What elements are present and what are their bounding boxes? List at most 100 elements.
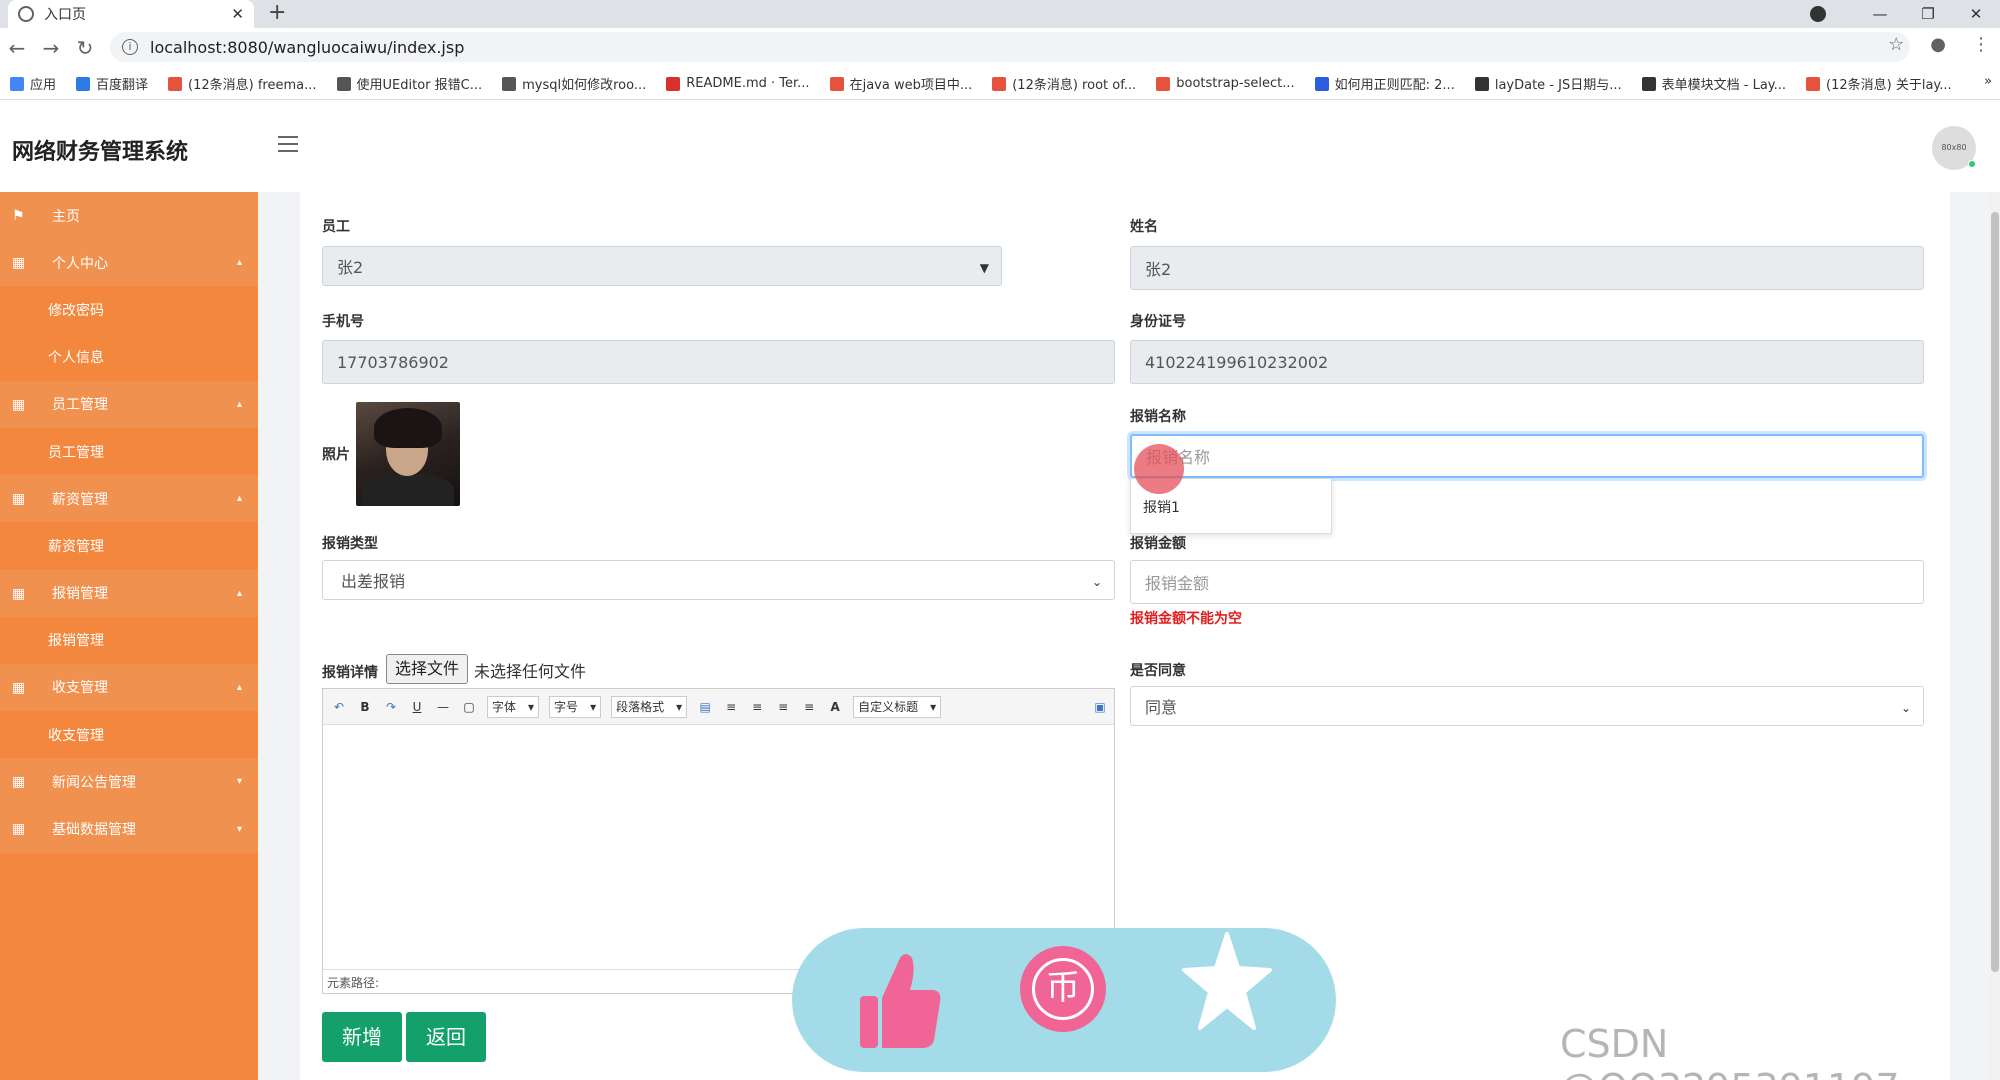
clear-format-icon[interactable]: ▢ xyxy=(461,700,477,714)
scrollbar-thumb[interactable] xyxy=(1991,212,1999,972)
font-size-select[interactable]: 字号 ▾ xyxy=(549,695,602,718)
bookmark-icon xyxy=(829,76,844,91)
url-input[interactable]: i localhost:8080/wangluocaiwu/index.jsp xyxy=(110,32,1910,62)
sidebar-item[interactable]: ▦ 新闻公告管理 ▾ xyxy=(0,758,258,806)
reimburse-amount-input[interactable]: 报销金额 xyxy=(1130,560,1924,604)
close-window-button[interactable]: ✕ xyxy=(1952,5,2000,23)
sidebar-item[interactable]: ▦ 薪资管理 ▴ xyxy=(0,475,258,523)
choose-file-button[interactable]: 选择文件 xyxy=(386,654,468,684)
agree-select-value: 同意 xyxy=(1145,698,1178,717)
sidebar-subitem[interactable]: 收支管理 xyxy=(0,711,258,759)
thumbs-up-icon[interactable] xyxy=(858,950,942,1050)
bookmark-item[interactable]: layDate - JS日期与... xyxy=(1474,74,1622,93)
bookmark-item[interactable]: 在java web项目中... xyxy=(829,74,972,93)
photo-label: 照片 xyxy=(322,447,350,463)
bookmark-icon xyxy=(336,76,351,91)
align-right-icon[interactable]: ≡ xyxy=(749,700,765,714)
restore-button[interactable]: ❐ xyxy=(1904,5,1952,23)
browser-tab[interactable]: 入口页 ✕ xyxy=(8,0,254,28)
amount-error-message: 报销金额不能为空 xyxy=(1130,611,1242,627)
align-justify-icon[interactable]: ≡ xyxy=(801,700,817,714)
bold-icon[interactable]: B xyxy=(357,700,373,714)
bookmark-item[interactable]: 使用UEditor 报错C... xyxy=(336,74,482,93)
editor-toolbar: ↶ B ↷ U — ▢ 字体 ▾ 字号 ▾ 段落格式 ▾ ▤ ≡ ≡ ≡ ≡ A 自定… xyxy=(323,689,1114,725)
underline-icon[interactable]: U xyxy=(409,700,425,714)
minimize-button[interactable]: — xyxy=(1856,5,1904,23)
caret-icon: ▾ xyxy=(236,776,242,788)
bookmark-item[interactable]: (12条消息) 关于lay... xyxy=(1806,74,1952,93)
reimburse-type-select[interactable]: 出差报销 ⌄ xyxy=(322,560,1115,600)
caret-icon: ▴ xyxy=(236,493,242,505)
sidebar-subitem[interactable]: 个人信息 xyxy=(0,333,258,381)
hamburger-menu-icon[interactable] xyxy=(278,136,298,152)
sidebar-subitem[interactable]: 修改密码 xyxy=(0,286,258,334)
autocomplete-option[interactable]: 报销1 xyxy=(1143,500,1180,516)
font-color-icon[interactable]: A xyxy=(827,700,843,714)
sidebar-item[interactable]: ▦ 基础数据管理 ▾ xyxy=(0,805,258,853)
reload-icon[interactable]: ↻ xyxy=(68,36,102,60)
bookmark-icon xyxy=(168,76,183,91)
bookmark-item[interactable]: bootstrap-select... xyxy=(1156,76,1295,91)
sidebar-item[interactable]: ▦ 报销管理 ▴ xyxy=(0,569,258,617)
bookmark-icon xyxy=(10,76,24,91)
bookmark-item[interactable]: 百度翻译 xyxy=(76,74,148,93)
font-family-select[interactable]: 字体 ▾ xyxy=(487,695,540,718)
undo-icon[interactable]: ↶ xyxy=(331,700,347,714)
agree-select[interactable]: 同意 ⌄ xyxy=(1130,686,1924,726)
name-field[interactable]: 张2 xyxy=(1130,246,1924,290)
add-button[interactable]: 新增 xyxy=(322,1012,402,1062)
redo-icon[interactable]: ↷ xyxy=(383,700,399,714)
address-bar: ← → ↻ i localhost:8080/wangluocaiwu/inde… xyxy=(0,28,2000,68)
star-bookmark-icon[interactable]: ☆ xyxy=(1888,34,1904,55)
id-card-field[interactable]: 410224199610232002 xyxy=(1130,340,1924,384)
sidebar-subitem[interactable]: 报销管理 xyxy=(0,616,258,664)
bookmark-icon xyxy=(1314,76,1329,91)
grid-icon: ▦ xyxy=(12,491,26,508)
horizontal-rule-icon[interactable]: — xyxy=(435,700,451,714)
bookmark-item[interactable]: mysql如何修改roo... xyxy=(502,74,646,93)
bookmark-item[interactable]: 表单模块文档 - Lay... xyxy=(1641,74,1786,93)
sidebar-item[interactable]: ▦ 员工管理 ▴ xyxy=(0,380,258,428)
phone-field[interactable]: 17703786902 xyxy=(322,340,1115,384)
bookmark-item[interactable]: (12条消息) root of... xyxy=(992,74,1136,93)
bookmark-label: 百度翻译 xyxy=(96,78,149,93)
menu-icon[interactable]: ⋮ xyxy=(1972,34,1990,55)
reimburse-amount-placeholder: 报销金额 xyxy=(1145,574,1210,593)
profile-icon[interactable] xyxy=(1810,6,1826,22)
forward-icon[interactable]: → xyxy=(34,36,68,60)
paragraph-select[interactable]: 段落格式 ▾ xyxy=(611,695,688,718)
align-center-icon[interactable]: ≡ xyxy=(775,700,791,714)
reimburse-name-input[interactable]: 报销名称 xyxy=(1130,434,1924,478)
reimburse-type-value: 出差报销 xyxy=(341,572,406,591)
bookmark-item[interactable]: README.md · Ter... xyxy=(666,76,810,91)
bookmark-icon xyxy=(76,76,91,91)
close-tab-icon[interactable]: ✕ xyxy=(231,5,244,23)
table-icon[interactable]: ▤ xyxy=(697,700,713,714)
account-icon[interactable]: ● xyxy=(1930,34,1946,55)
employee-select[interactable]: 张2 ▼ xyxy=(322,246,1002,286)
sidebar-item[interactable]: ▦ 个人中心 ▴ xyxy=(0,239,258,287)
new-tab-button[interactable]: + xyxy=(268,0,286,26)
back-button[interactable]: 返回 xyxy=(406,1012,486,1062)
info-icon[interactable]: i xyxy=(122,39,138,55)
grid-icon: ▦ xyxy=(12,821,26,838)
back-icon[interactable]: ← xyxy=(0,36,34,60)
bookmarks-more-icon[interactable]: » xyxy=(1984,74,1992,89)
sidebar-item[interactable]: ▦ 收支管理 ▴ xyxy=(0,663,258,712)
bookmark-item[interactable]: 如何用正则匹配: 2... xyxy=(1314,74,1455,93)
fullscreen-icon[interactable]: ▣ xyxy=(1092,700,1108,714)
align-left-icon[interactable]: ≡ xyxy=(723,700,739,714)
sidebar-subitem[interactable]: 员工管理 xyxy=(0,427,258,476)
bookmark-label: layDate - JS日期与... xyxy=(1494,78,1622,93)
star-icon[interactable] xyxy=(1182,930,1272,1034)
sidebar-item[interactable]: ⚑ 主页 xyxy=(0,192,258,240)
bookmark-label: (12条消息) 关于lay... xyxy=(1826,78,1952,93)
sidebar-item-label: 收支管理 xyxy=(52,680,108,697)
custom-title-select[interactable]: 自定义标题 ▾ xyxy=(853,695,942,718)
bookmark-item[interactable]: 应用 xyxy=(10,74,56,93)
flag-icon: ⚑ xyxy=(12,208,25,224)
coin-icon[interactable]: 币 xyxy=(1020,946,1106,1032)
page-scrollbar[interactable] xyxy=(1990,192,2000,1080)
bookmark-item[interactable]: (12条消息) freema... xyxy=(168,74,317,93)
sidebar-subitem[interactable]: 薪资管理 xyxy=(0,522,258,570)
